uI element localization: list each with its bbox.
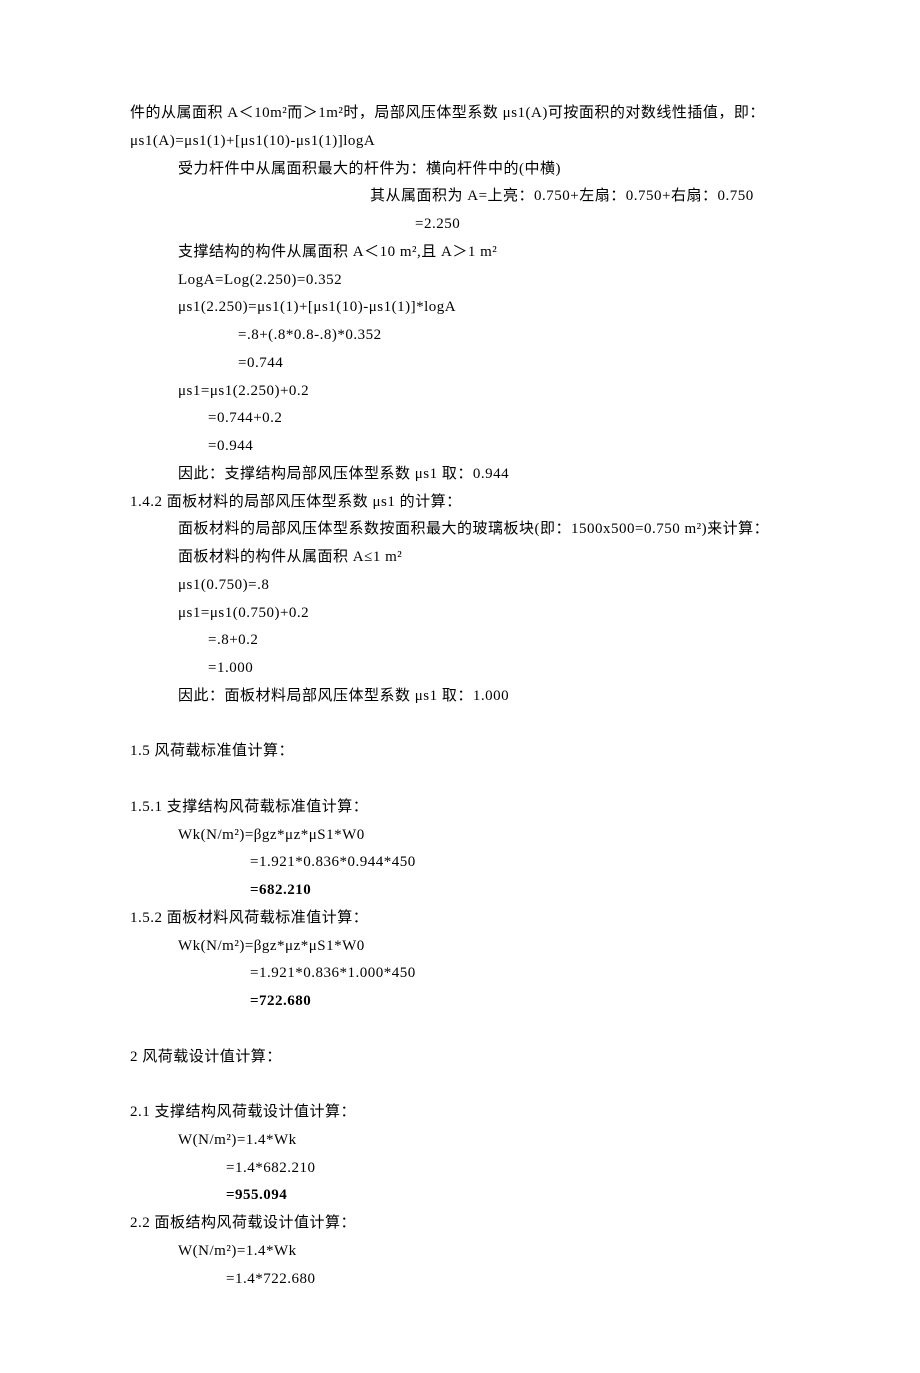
paragraph: =1.4*722.680 xyxy=(130,1266,790,1294)
heading: 1.4.2 面板材料的局部风压体型系数 μs1 的计算： xyxy=(130,489,790,517)
paragraph: LogA=Log(2.250)=0.352 xyxy=(130,267,790,295)
paragraph: =.8+(.8*0.8-.8)*0.352 xyxy=(130,322,790,350)
paragraph: μs1(0.750)=.8 xyxy=(130,572,790,600)
heading: 1.5.1 支撑结构风荷载标准值计算： xyxy=(130,794,790,822)
paragraph: μs1=μs1(2.250)+0.2 xyxy=(130,378,790,406)
result-value: =955.094 xyxy=(130,1182,790,1210)
paragraph: =1.921*0.836*1.000*450 xyxy=(130,960,790,988)
spacer xyxy=(130,766,790,794)
paragraph: =0.744 xyxy=(130,350,790,378)
paragraph: 因此：支撑结构局部风压体型系数 μs1 取：0.944 xyxy=(130,461,790,489)
paragraph: =0.744+0.2 xyxy=(130,405,790,433)
spacer xyxy=(130,711,790,739)
heading: 1.5 风荷载标准值计算： xyxy=(130,738,790,766)
paragraph: =0.944 xyxy=(130,433,790,461)
paragraph: 因此：面板材料局部风压体型系数 μs1 取：1.000 xyxy=(130,683,790,711)
document-page: 件的从属面积 A＜10m²而＞1m²时，局部风压体型系数 μs1(A)可按面积的… xyxy=(0,0,920,1373)
paragraph: 面板材料的局部风压体型系数按面积最大的玻璃板块(即：1500x500=0.750… xyxy=(130,516,790,544)
paragraph: μs1(2.250)=μs1(1)+[μs1(10)-μs1(1)]*logA xyxy=(130,294,790,322)
spacer xyxy=(130,1071,790,1099)
paragraph: 受力杆件中从属面积最大的杆件为：横向杆件中的(中横) xyxy=(130,156,790,184)
heading: 2.1 支撑结构风荷载设计值计算： xyxy=(130,1099,790,1127)
paragraph: Wk(N/m²)=βgz*μz*μS1*W0 xyxy=(130,822,790,850)
paragraph: =1.921*0.836*0.944*450 xyxy=(130,849,790,877)
paragraph: =2.250 xyxy=(130,211,790,239)
paragraph: =1.4*682.210 xyxy=(130,1155,790,1183)
paragraph: 支撑结构的构件从属面积 A＜10 m²,且 A＞1 m² xyxy=(130,239,790,267)
paragraph: 件的从属面积 A＜10m²而＞1m²时，局部风压体型系数 μs1(A)可按面积的… xyxy=(130,100,790,156)
paragraph: =.8+0.2 xyxy=(130,627,790,655)
heading: 2.2 面板结构风荷载设计值计算： xyxy=(130,1210,790,1238)
heading: 2 风荷载设计值计算： xyxy=(130,1044,790,1072)
paragraph: W(N/m²)=1.4*Wk xyxy=(130,1238,790,1266)
result-value: =682.210 xyxy=(130,877,790,905)
paragraph: =1.000 xyxy=(130,655,790,683)
heading: 1.5.2 面板材料风荷载标准值计算： xyxy=(130,905,790,933)
paragraph: 其从属面积为 A=上亮：0.750+左扇：0.750+右扇：0.750 xyxy=(130,183,790,211)
paragraph: μs1=μs1(0.750)+0.2 xyxy=(130,600,790,628)
paragraph: W(N/m²)=1.4*Wk xyxy=(130,1127,790,1155)
paragraph: Wk(N/m²)=βgz*μz*μS1*W0 xyxy=(130,933,790,961)
paragraph: 面板材料的构件从属面积 A≤1 m² xyxy=(130,544,790,572)
result-value: =722.680 xyxy=(130,988,790,1016)
spacer xyxy=(130,1016,790,1044)
